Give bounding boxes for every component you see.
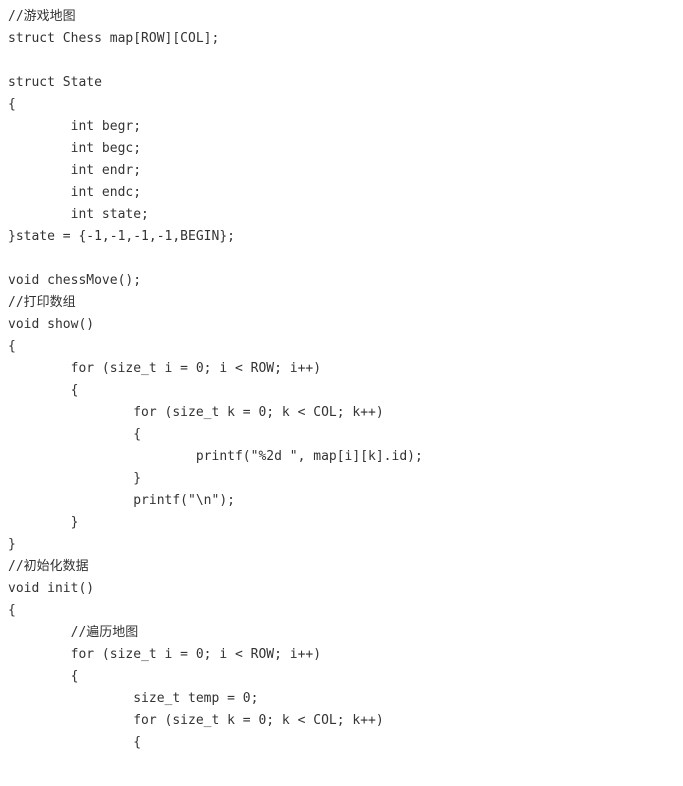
code-block: //游戏地图 struct Chess map[ROW][COL]; struc… <box>0 0 683 764</box>
code-content: //游戏地图 struct Chess map[ROW][COL]; struc… <box>8 9 423 750</box>
